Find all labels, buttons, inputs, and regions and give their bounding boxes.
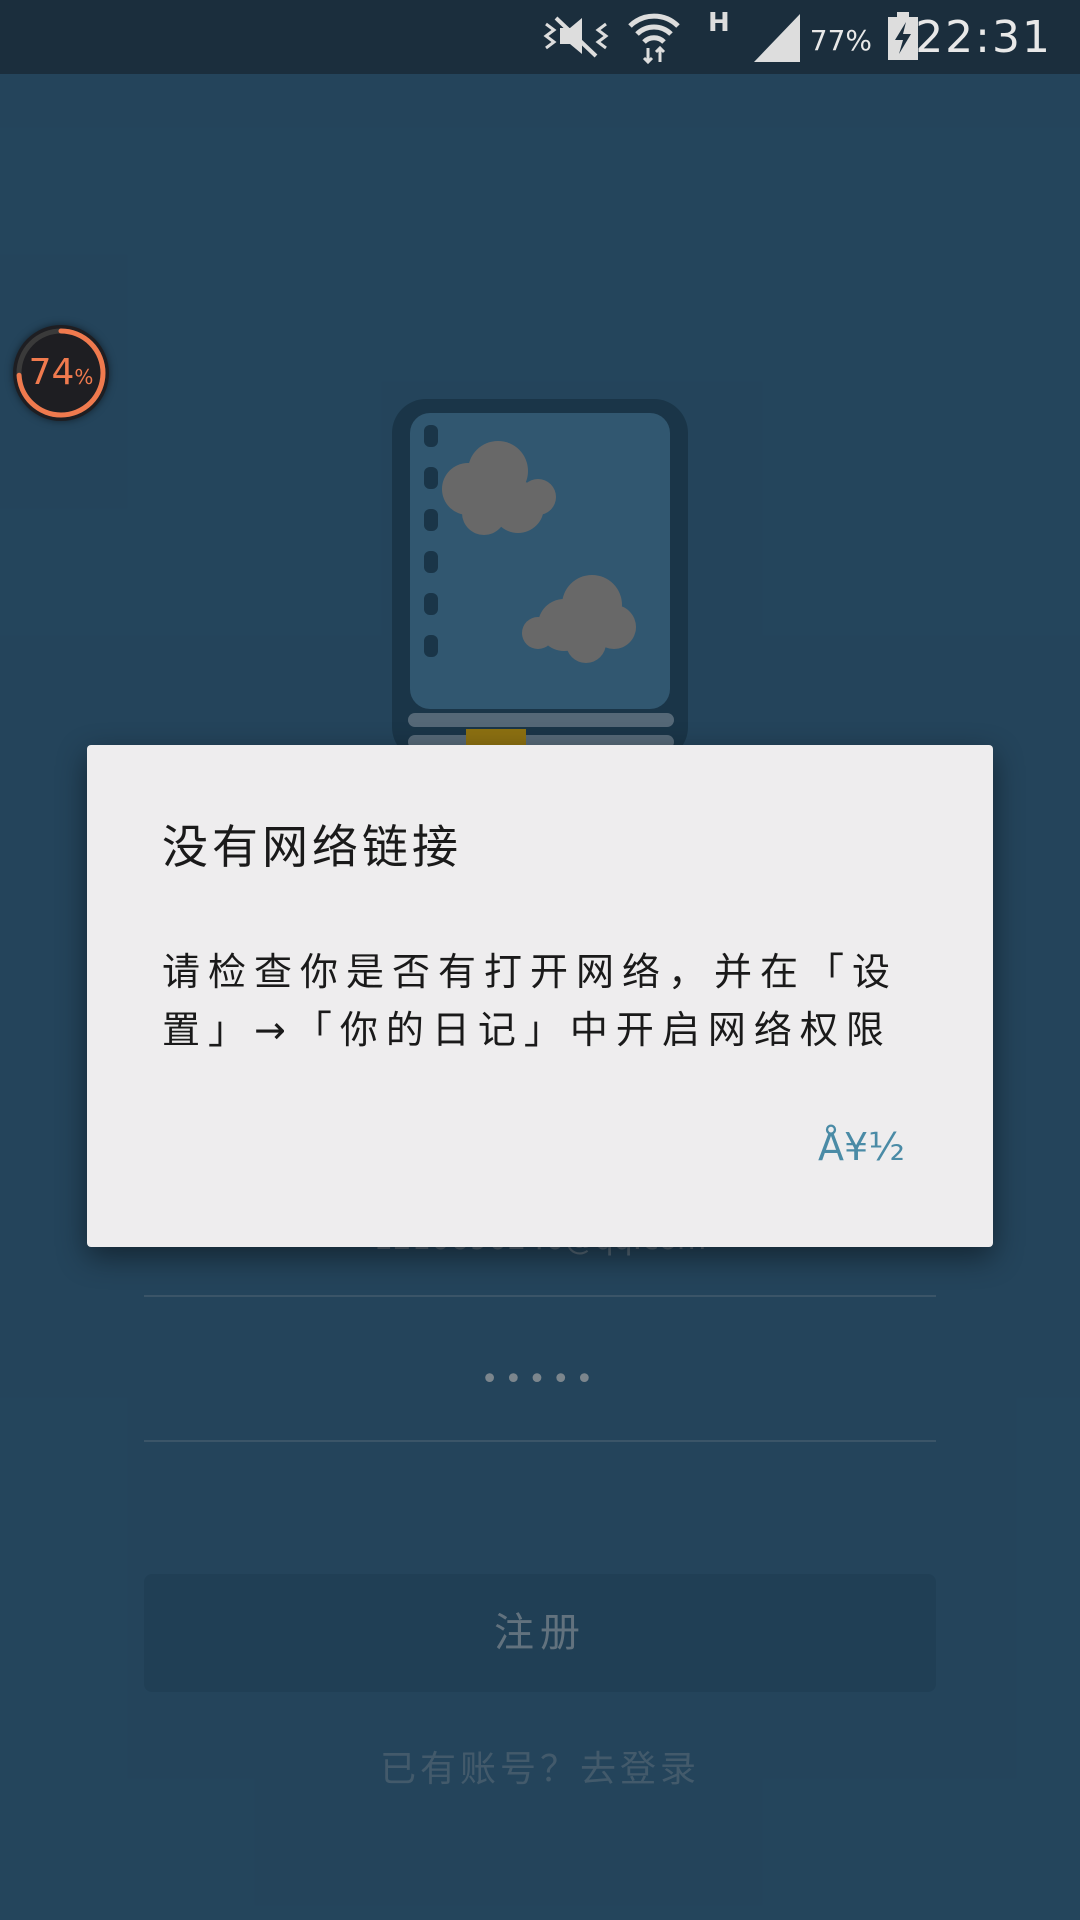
signal-icon	[752, 10, 804, 68]
mute-vibrate-icon	[540, 10, 612, 66]
wifi-icon	[626, 10, 682, 70]
meter-readout: 74%	[13, 353, 109, 397]
status-bar: H 77% 22:31	[0, 0, 1080, 74]
no-network-dialog: 没有网络链接 请检查你是否有打开网络，并在「设置」→「你的日记」中开启网络权限 …	[87, 745, 993, 1247]
dialog-title: 没有网络链接	[162, 820, 462, 874]
status-time: 22:31	[915, 12, 1052, 63]
floating-battery-meter[interactable]: 74%	[13, 325, 109, 421]
dialog-ok-button[interactable]: Å¥½	[818, 1125, 905, 1169]
battery-percent: 77%	[809, 24, 872, 57]
dialog-message: 请检查你是否有打开网络，并在「设置」→「你的日记」中开启网络权限	[162, 950, 899, 1052]
meter-unit: %	[74, 365, 94, 389]
network-type-label: H	[708, 8, 730, 38]
meter-value: 74	[28, 352, 75, 393]
